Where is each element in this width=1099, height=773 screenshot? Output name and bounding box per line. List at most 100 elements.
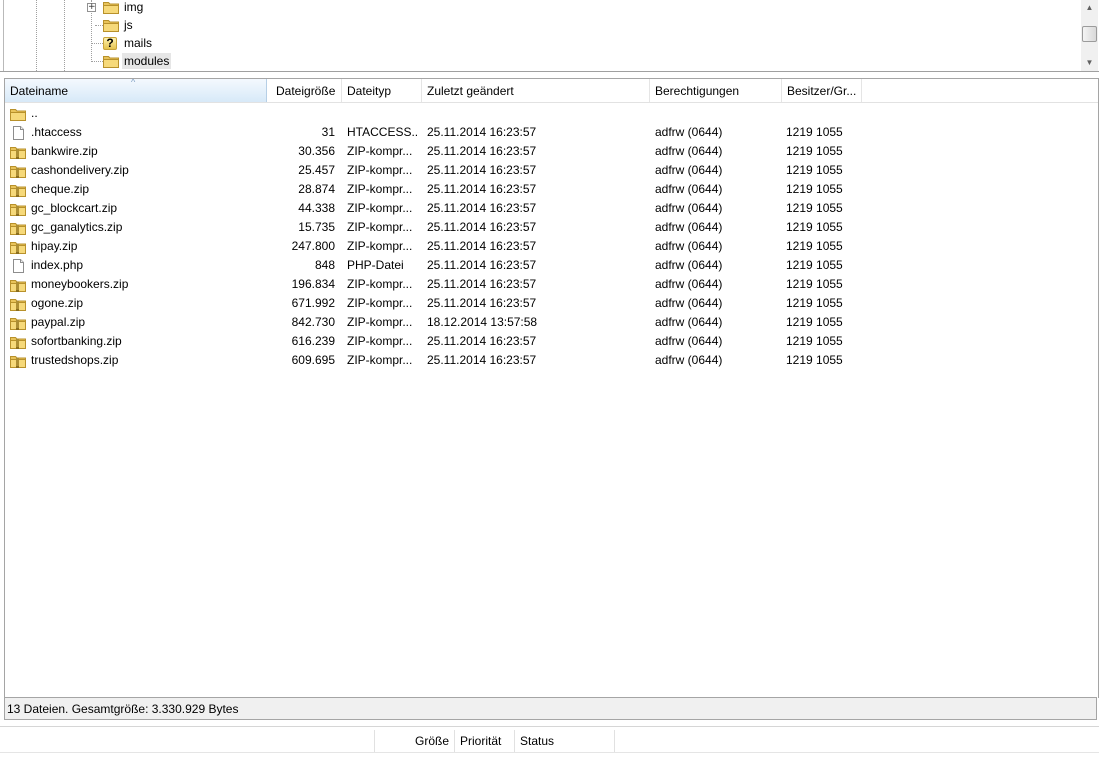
filename-text: .htaccess bbox=[31, 125, 82, 139]
cell-permissions: adfrw (0644) bbox=[655, 277, 723, 291]
column-header-owner[interactable]: Besitzer/Gr... bbox=[782, 79, 862, 102]
queue-column-header-status[interactable]: Status bbox=[515, 730, 615, 752]
column-header-modified[interactable]: Zuletzt geändert bbox=[422, 79, 650, 102]
queue-column-header-priority[interactable]: Priorität bbox=[455, 730, 515, 752]
column-header-size[interactable]: Dateigröße bbox=[267, 79, 342, 102]
status-text: 13 Dateien. Gesamtgröße: 3.330.929 Bytes bbox=[7, 702, 239, 716]
table-row[interactable]: index.php 848 PHP-Datei 25.11.2014 16:23:57… bbox=[5, 256, 1098, 275]
scroll-up-arrow-icon[interactable]: ▲ bbox=[1081, 0, 1098, 16]
column-header-type[interactable]: Dateityp bbox=[342, 79, 422, 102]
cell-modified: 25.11.2014 16:23:57 bbox=[427, 220, 537, 234]
cell-owner: 1219 1055 bbox=[786, 163, 843, 177]
cell-size: 247.800 bbox=[291, 239, 335, 253]
table-row[interactable]: gc_ganalytics.zip 15.735 ZIP-kompr... 25.11… bbox=[5, 218, 1098, 237]
cell-type: ZIP-kompr... bbox=[347, 353, 413, 367]
cell-filename: cashondelivery.zip bbox=[10, 161, 265, 180]
table-row[interactable]: hipay.zip 247.800 ZIP-kompr... 25.11.2014 1… bbox=[5, 237, 1098, 256]
cell-permissions: adfrw (0644) bbox=[655, 163, 723, 177]
cell-size: 15.735 bbox=[298, 220, 335, 234]
cell-modified: 25.11.2014 16:23:57 bbox=[427, 239, 537, 253]
cell-modified: 25.11.2014 16:23:57 bbox=[427, 144, 537, 158]
queue-column-header-server[interactable] bbox=[0, 730, 375, 752]
scroll-down-arrow-icon[interactable]: ▼ bbox=[1081, 55, 1098, 71]
cell-owner: 1219 1055 bbox=[786, 258, 843, 272]
table-row[interactable]: ogone.zip 671.992 ZIP-kompr... 25.11.2014 1… bbox=[5, 294, 1098, 313]
cell-owner: 1219 1055 bbox=[786, 144, 843, 158]
cell-filename: .htaccess bbox=[10, 123, 265, 142]
filename-text: index.php bbox=[31, 258, 84, 272]
table-row[interactable]: paypal.zip 842.730 ZIP-kompr... 18.12.2014 … bbox=[5, 313, 1098, 332]
scroll-thumb[interactable] bbox=[1082, 26, 1097, 42]
filename-text: bankwire.zip bbox=[31, 144, 98, 158]
table-row[interactable]: gc_blockcart.zip 44.338 ZIP-kompr... 25.11.… bbox=[5, 199, 1098, 218]
table-row[interactable]: .htaccess 31 HTACCESS... 25.11.2014 16:23:5… bbox=[5, 123, 1098, 142]
cell-size: 44.338 bbox=[298, 201, 335, 215]
queue-column-label: Priorität bbox=[460, 734, 502, 748]
tree-line bbox=[36, 0, 37, 71]
cell-modified: 25.11.2014 16:23:57 bbox=[427, 163, 537, 177]
table-row[interactable]: cheque.zip 28.874 ZIP-kompr... 25.11.2014 1… bbox=[5, 180, 1098, 199]
table-row[interactable]: bankwire.zip 30.356 ZIP-kompr... 25.11.2014… bbox=[5, 142, 1098, 161]
transfer-queue[interactable]: Größe Priorität Status bbox=[0, 726, 1099, 773]
table-row[interactable]: cashondelivery.zip 25.457 ZIP-kompr... 25.1… bbox=[5, 161, 1098, 180]
cell-size: 28.874 bbox=[298, 182, 335, 196]
tree-item-mails[interactable]: ? mails bbox=[103, 34, 154, 52]
column-header-label: Dateigröße bbox=[276, 84, 336, 98]
zip-folder-icon bbox=[10, 183, 26, 197]
directory-tree[interactable]: + img js ? mails modules ▲ ▼ bbox=[0, 0, 1099, 72]
table-row[interactable]: moneybookers.zip 196.834 ZIP-kompr... 25.11… bbox=[5, 275, 1098, 294]
filename-text: trustedshops.zip bbox=[31, 353, 119, 367]
cell-type: ZIP-kompr... bbox=[347, 239, 413, 253]
cell-modified: 25.11.2014 16:23:57 bbox=[427, 125, 537, 139]
cell-permissions: adfrw (0644) bbox=[655, 239, 723, 253]
cell-type: ZIP-kompr... bbox=[347, 334, 413, 348]
column-header-permissions[interactable]: Berechtigungen bbox=[650, 79, 782, 102]
file-list[interactable]: ^ Dateiname Dateigröße Dateityp Zuletzt … bbox=[4, 78, 1099, 698]
column-header-label: Dateiname bbox=[10, 84, 69, 98]
cell-size: 609.695 bbox=[291, 353, 335, 367]
cell-type: ZIP-kompr... bbox=[347, 220, 413, 234]
table-row[interactable]: trustedshops.zip 609.695 ZIP-kompr... 25.11… bbox=[5, 351, 1098, 370]
cell-type: ZIP-kompr... bbox=[347, 163, 413, 177]
file-icon bbox=[10, 125, 26, 140]
cell-filename: hipay.zip bbox=[10, 237, 265, 256]
cell-type: ZIP-kompr... bbox=[347, 296, 413, 310]
filename-text: cashondelivery.zip bbox=[31, 163, 129, 177]
zip-folder-icon bbox=[10, 202, 26, 216]
sort-ascending-icon: ^ bbox=[131, 78, 136, 87]
tree-item-label: js bbox=[124, 18, 133, 32]
table-row[interactable]: .. bbox=[5, 104, 1098, 123]
column-header-label: Dateityp bbox=[347, 84, 392, 98]
folder-icon bbox=[103, 18, 119, 32]
filename-text: moneybookers.zip bbox=[31, 277, 129, 291]
tree-item-modules[interactable]: modules bbox=[103, 52, 172, 70]
cell-filename: ogone.zip bbox=[10, 294, 265, 313]
tree-scrollbar[interactable]: ▲ ▼ bbox=[1081, 0, 1098, 71]
zip-folder-icon bbox=[10, 297, 26, 311]
tree-item-label: modules bbox=[122, 53, 172, 69]
tree-line bbox=[92, 43, 103, 44]
file-icon bbox=[10, 258, 26, 273]
cell-modified: 25.11.2014 16:23:57 bbox=[427, 296, 537, 310]
expand-img-icon[interactable]: + bbox=[87, 3, 96, 12]
zip-folder-icon bbox=[10, 240, 26, 254]
cell-type: PHP-Datei bbox=[347, 258, 404, 272]
cell-permissions: adfrw (0644) bbox=[655, 144, 723, 158]
queue-column-header-size[interactable]: Größe bbox=[375, 730, 455, 752]
filename-text: sofortbanking.zip bbox=[31, 334, 122, 348]
column-header-label: Zuletzt geändert bbox=[427, 84, 514, 98]
cell-type: ZIP-kompr... bbox=[347, 144, 413, 158]
filename-text: cheque.zip bbox=[31, 182, 90, 196]
tree-item-img[interactable]: img bbox=[103, 0, 145, 16]
cell-size: 842.730 bbox=[291, 315, 335, 329]
cell-size bbox=[267, 104, 335, 123]
column-header-filename[interactable]: ^ Dateiname bbox=[5, 79, 267, 102]
column-header-label: Berechtigungen bbox=[655, 84, 740, 98]
cell-modified: 25.11.2014 16:23:57 bbox=[427, 334, 537, 348]
table-row[interactable]: sofortbanking.zip 616.239 ZIP-kompr... 25.1… bbox=[5, 332, 1098, 351]
cell-modified: 25.11.2014 16:23:57 bbox=[427, 277, 537, 291]
zip-folder-icon bbox=[10, 316, 26, 330]
cell-permissions: adfrw (0644) bbox=[655, 125, 723, 139]
tree-item-js[interactable]: js bbox=[103, 16, 135, 34]
tree-item-label: mails bbox=[124, 36, 153, 50]
